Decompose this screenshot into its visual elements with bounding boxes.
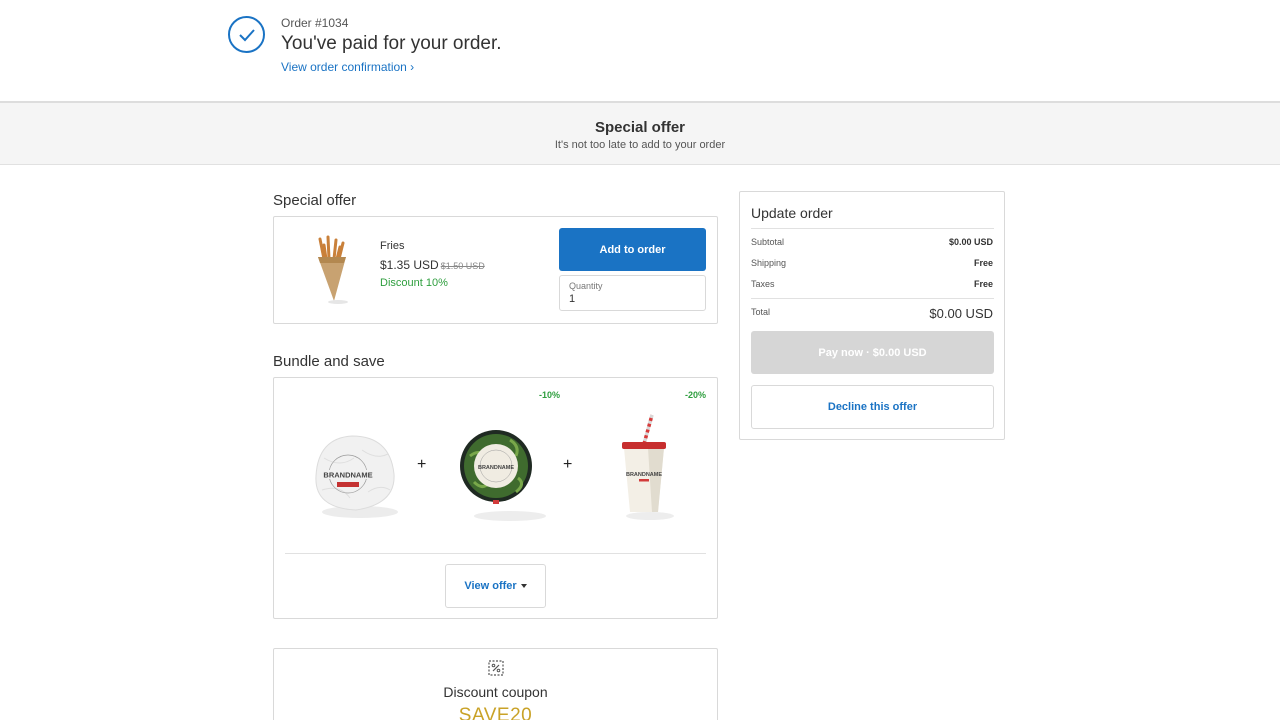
product-price: $1.35 USD $1.50 USD (380, 258, 485, 272)
coupon-icon (488, 660, 504, 676)
add-to-order-button[interactable]: Add to order (559, 228, 706, 271)
bundle-card: -10% -20% BRANDNAME + BRANDNAME + BRANDN… (273, 377, 718, 619)
taxes-value: Free (973, 279, 993, 289)
divider (751, 298, 994, 299)
shipping-value: Free (973, 258, 993, 268)
divider (751, 228, 994, 229)
page-title: You've paid for your order. (281, 33, 502, 54)
original-price: $1.50 USD (440, 261, 485, 271)
update-order-title: Update order (751, 205, 833, 221)
total-value: $0.00 USD (929, 306, 993, 321)
total-label: Total (751, 307, 771, 317)
taxes-label: Taxes (751, 279, 775, 289)
product-discount: Discount 10% (380, 277, 448, 289)
plus-icon: + (417, 456, 427, 473)
quantity-value[interactable]: 1 (569, 293, 575, 305)
current-price: $1.35 USD (380, 258, 439, 272)
burger-brand-text: BRANDNAME (323, 471, 372, 480)
drink-cup-image: BRANDNAME (622, 414, 674, 520)
divider (285, 553, 706, 554)
subtotal-value: $0.00 USD (948, 237, 993, 247)
decline-offer-button[interactable]: Decline this offer (751, 385, 994, 429)
coupon-title: Discount coupon (443, 684, 548, 700)
check-circle-icon (228, 16, 265, 53)
quantity-field[interactable]: Quantity 1 (559, 275, 706, 311)
discount-coupon-card: Discount coupon SAVE20 (273, 648, 718, 720)
special-offer-card: Fries $1.35 USD $1.50 USD Discount 10% Ad… (273, 216, 718, 324)
order-number: Order #1034 (281, 16, 349, 30)
bundle-badge-2: -10% (539, 390, 561, 400)
subtotal-label: Subtotal (751, 237, 785, 247)
banner-title: Special offer (594, 119, 686, 136)
banner-subtitle: It's not too late to add to your order (554, 139, 726, 151)
special-offer-title: Special offer (273, 192, 357, 209)
coupon-code: SAVE20 (458, 705, 533, 720)
fries-image (318, 235, 348, 304)
salad-bowl-image: BRANDNAME (460, 430, 546, 521)
view-offer-label: View offer (464, 580, 517, 592)
view-order-confirmation-link[interactable]: View order confirmation › (281, 60, 414, 74)
bowl-brand-text: BRANDNAME (478, 465, 514, 471)
bundle-title: Bundle and save (273, 353, 385, 370)
view-offer-button[interactable]: View offer (445, 564, 546, 608)
shipping-label: Shipping (751, 258, 787, 268)
bundle-badge-3: -20% (685, 390, 707, 400)
burger-image: BRANDNAME (315, 435, 398, 518)
cup-brand-text: BRANDNAME (626, 472, 662, 478)
product-name: Fries (380, 240, 405, 252)
special-offer-banner: Special offer It's not too late to add t… (0, 101, 1280, 165)
caret-down-icon (520, 584, 527, 589)
quantity-label: Quantity (569, 281, 603, 291)
pay-now-button[interactable]: Pay now · $0.00 USD (751, 331, 994, 374)
header: Order #1034 You've paid for your order. … (0, 0, 1280, 101)
update-order-panel: Update order Subtotal $0.00 USD Shipping… (739, 191, 1005, 440)
plus-icon: + (563, 456, 573, 473)
